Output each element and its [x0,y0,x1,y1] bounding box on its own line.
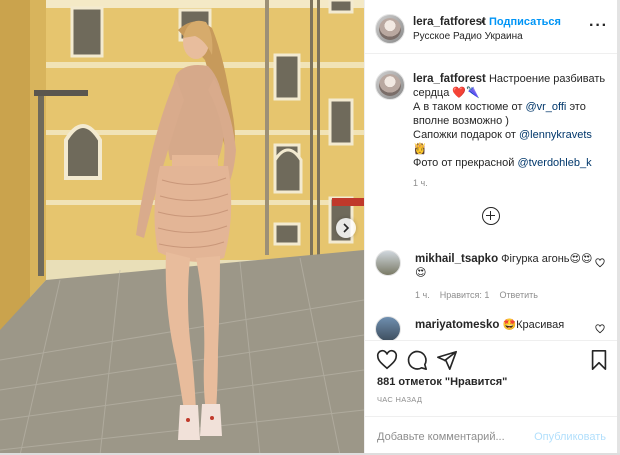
caption-line-2a: А в таком костюме от [413,101,523,113]
comment-icon[interactable] [406,349,428,371]
caption-line-4: Фото от прекрасной [413,157,515,169]
author-username[interactable]: lera_fatforest [413,16,486,28]
comment-meta: 1 ч. Нравится: 1 Ответить [415,290,538,300]
likes-count[interactable]: 881 отметок "Нравится" [377,376,507,388]
caption-emoji-1: ❤️🌂 [452,87,480,99]
caption-username[interactable]: lera_fatforest [413,73,486,85]
post-time[interactable]: ЧАС НАЗАД [377,395,422,404]
chevron-right-icon [343,223,350,233]
commenter-username[interactable]: mikhail_tsapko [415,253,498,265]
follow-button[interactable]: Подписаться [489,16,561,28]
commenter-avatar[interactable] [375,316,401,342]
mention-link[interactable]: @vr_offi [525,101,566,113]
post-photo-illustration [0,0,364,455]
separator-dot: • [481,16,485,28]
load-more-comments-button[interactable] [482,207,500,225]
more-options-button[interactable]: ··· [589,17,608,35]
post-location[interactable]: Русское Радио Украина [413,31,523,42]
author-avatar[interactable] [375,14,405,44]
mention-link[interactable]: @lennykravets [519,129,592,141]
commenter-username[interactable]: mariyatomesko [415,319,499,331]
caption-emoji-2: 👸 [413,143,427,155]
instagram-post-modal: lera_fatforest • Подписаться Русское Рад… [0,0,620,455]
heart-icon[interactable] [376,349,398,371]
mention-link[interactable]: @tverdohleb_k [517,157,591,169]
caption-text: lera_fatforest Настроение разбивать серд… [413,72,613,170]
comment-body: Красивая [516,319,565,331]
comment-likes[interactable]: Нравится: 1 [440,290,490,300]
caption-avatar[interactable] [375,70,405,100]
comment-text: mariyatomesko 🤩Красивая [415,318,595,332]
add-comment-bar: Опубликовать [365,416,618,455]
caption-line-3: Сапожки подарок от [413,129,516,141]
reply-button[interactable]: Ответить [499,290,537,300]
comment-input[interactable] [377,429,527,445]
publish-button[interactable]: Опубликовать [534,431,606,443]
post-photo[interactable] [0,0,364,455]
commenter-avatar[interactable] [375,250,401,276]
bookmark-icon[interactable] [588,349,610,371]
comment-text: mikhail_tsapko Фігурка агонь😍😍😍 [415,252,595,280]
post-header: lera_fatforest • Подписаться Русское Рад… [365,2,618,54]
share-icon[interactable] [436,349,458,371]
post-side-panel: lera_fatforest • Подписаться Русское Рад… [364,0,618,455]
comment-emoji: 🤩 [502,319,517,331]
next-photo-button[interactable] [336,218,356,238]
caption-time[interactable]: 1 ч. [413,178,428,188]
comment-body: Фігурка агонь [501,253,570,265]
heart-icon[interactable] [595,258,605,268]
post-actions: 881 отметок "Нравится" ЧАС НАЗАД Опублик… [365,340,618,455]
heart-icon[interactable] [595,324,605,334]
comment-time[interactable]: 1 ч. [415,290,430,300]
